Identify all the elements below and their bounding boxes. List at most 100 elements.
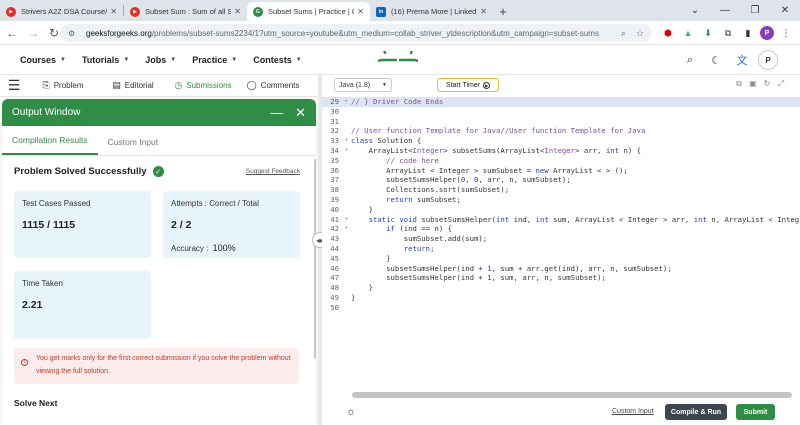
line-number: 35 [330,155,339,165]
close-icon[interactable]: ✕ [357,7,364,16]
url-path: /problems/subset-sums2234/1?utm_source=y… [151,28,599,38]
download-icon[interactable]: ⬇ [700,25,716,41]
adblock-icon[interactable]: ⬢ [660,25,676,41]
menu-jobs[interactable]: Jobs ▼ [145,55,176,65]
chevron-down-icon: ▼ [170,56,177,63]
back-icon[interactable]: ← [3,23,21,43]
gfg-logo-icon[interactable] [378,51,418,69]
tab-custom-input[interactable]: Custom Input [98,137,169,155]
fold-toggle-icon [342,126,351,136]
fold-toggle-icon[interactable]: ▾ [342,215,351,225]
fold-toggle-icon [342,107,351,117]
browser-tab[interactable]: in (16) Prerna More | LinkedIn ✕ [370,2,493,21]
new-tab-button[interactable]: + [493,2,513,21]
menu-contests[interactable]: Contests ▼ [253,55,301,65]
copy-icon[interactable]: ⧉ [732,79,746,89]
code-text: } [351,292,356,302]
sidepanel-icon[interactable]: ▮ [740,25,756,41]
zoom-icon[interactable]: ⌕ [621,28,626,39]
fullscreen-icon[interactable]: ⤢ [774,79,788,89]
tab-editorial[interactable]: ▤ Editorial [98,80,168,91]
menu-practice[interactable]: Practice ▼ [192,55,237,65]
bookmark-star-icon[interactable]: ☆ [636,28,644,39]
tab-label: Submissions [186,81,232,90]
fold-toggle-icon[interactable]: ▾ [342,146,351,156]
minimize-icon[interactable]: — [270,105,283,120]
time-taken-value: 2.21 [22,299,43,311]
tab-comments[interactable]: ◯ Comments [238,80,308,91]
line-number: 47 [330,273,339,283]
lightbulb-icon[interactable]: ☼ [346,406,356,418]
code-line: 47 subsetSumsHelper(ind + 1, sum, arr, n… [322,273,800,283]
close-icon[interactable]: ✕ [110,7,117,16]
code-text: } [351,253,391,263]
translate-icon[interactable]: 文 [732,50,752,70]
restore-icon[interactable]: ❐ [740,0,770,21]
test-cases-label: Test Cases Passed [22,199,91,208]
line-number: 32 [330,126,339,136]
horizontal-scrollbar[interactable] [352,392,792,398]
menu-tutorials[interactable]: Tutorials ▼ [82,55,129,65]
tab-label: Problem [53,81,84,90]
attempts-value: 2 / 2 [171,219,192,231]
code-text: subsetSumsHelper(0, 0, arr, n, sumSubset… [351,175,571,185]
start-timer-button[interactable]: Start Timer ▶ [437,78,499,92]
code-line: 50 [322,303,800,313]
code-line: 33 ▾ class Solution { [322,136,800,146]
fold-toggle-icon[interactable]: ▸ [342,97,351,107]
fold-toggle-icon [342,293,351,303]
user-avatar[interactable]: P [758,50,778,70]
suggest-feedback-link[interactable]: Suggest Feedback [246,168,300,175]
browser-tab-strip: ▶ Strivers A2Z DSA Course/Sheet ✕ ▶ Subs… [0,0,800,21]
close-icon[interactable]: ✕ [480,7,487,16]
profile-avatar[interactable]: P [760,26,774,40]
line-number: 43 [330,234,339,244]
reset-icon[interactable]: ↻ [760,79,774,89]
search-icon[interactable]: ⌕ [680,50,700,70]
compile-run-button[interactable]: Compile & Run [665,404,727,420]
menu-courses[interactable]: Courses ▼ [20,55,66,65]
tab-submissions[interactable]: ◷ Submissions [168,80,238,91]
custom-input-link[interactable]: Custom Input [612,408,654,415]
line-number: 31 [330,116,339,126]
language-select[interactable]: Java (1.8) ▼ [334,78,392,92]
url-input[interactable]: ⚙ geeksforgeeks.org/problems/subset-sums… [60,24,652,42]
site-info-icon[interactable]: ⚙ [68,29,80,38]
tab-problem[interactable]: ⎘ Problem [28,80,98,91]
youtube-icon: ▶ [6,6,16,17]
close-window-icon[interactable]: ✕ [770,0,800,21]
close-icon[interactable]: ✕ [295,105,306,121]
url-host: geeksforgeeks.org [86,28,152,38]
puzzle-icon[interactable]: ⧉ [720,25,736,41]
chevron-down-icon: ▼ [382,82,387,88]
book-icon: ⎘ [42,80,50,90]
tab-compilation-results[interactable]: Compilation Results [2,135,98,155]
fold-toggle-icon[interactable]: ▾ [342,224,351,234]
browser-tab[interactable]: ▶ Strivers A2Z DSA Course/Sheet ✕ [0,2,123,21]
linkedin-icon: in [376,6,386,17]
dark-mode-icon[interactable]: ☾ [706,50,726,70]
hamburger-menu-icon[interactable]: ☰ [0,77,28,94]
browser-tab[interactable]: ▶ Subset Sum : Sum of all Subset ✕ [124,2,247,21]
fold-toggle-icon[interactable]: ▾ [342,136,351,146]
forward-icon[interactable]: → [24,23,42,43]
document-icon: ▤ [112,80,121,90]
close-icon[interactable]: ✕ [234,7,241,16]
code-text: // code here [386,155,439,165]
browser-tab-title: Subset Sums | Practice | Geeksf [268,7,354,16]
paste-icon[interactable]: ▣ [746,79,760,89]
chevron-down-icon[interactable]: ⌄ [680,0,710,21]
submit-button[interactable]: Submit [736,404,775,420]
output-scrollbar[interactable] [314,159,316,359]
extension-icon[interactable]: ▲ [680,25,696,41]
code-area[interactable]: 29 ▸// } Driver Code Ends 30 31 32// User fu… [322,97,800,385]
minimize-icon[interactable]: — [710,0,740,21]
site-header: Courses ▼ Tutorials ▼ Jobs ▼ Practice ▼ Cont… [0,45,800,75]
browser-tab-active[interactable]: G Subset Sums | Practice | Geeksf ✕ [247,2,370,21]
line-number: 37 [330,175,339,185]
line-number: 45 [330,253,339,263]
kebab-menu-icon[interactable]: ⋮ [778,25,794,41]
chevron-down-icon: ▼ [231,56,238,63]
code-text: subsetSumsHelper(ind + 1, sum, arr, n, s… [351,273,606,283]
line-number: 50 [330,302,339,312]
